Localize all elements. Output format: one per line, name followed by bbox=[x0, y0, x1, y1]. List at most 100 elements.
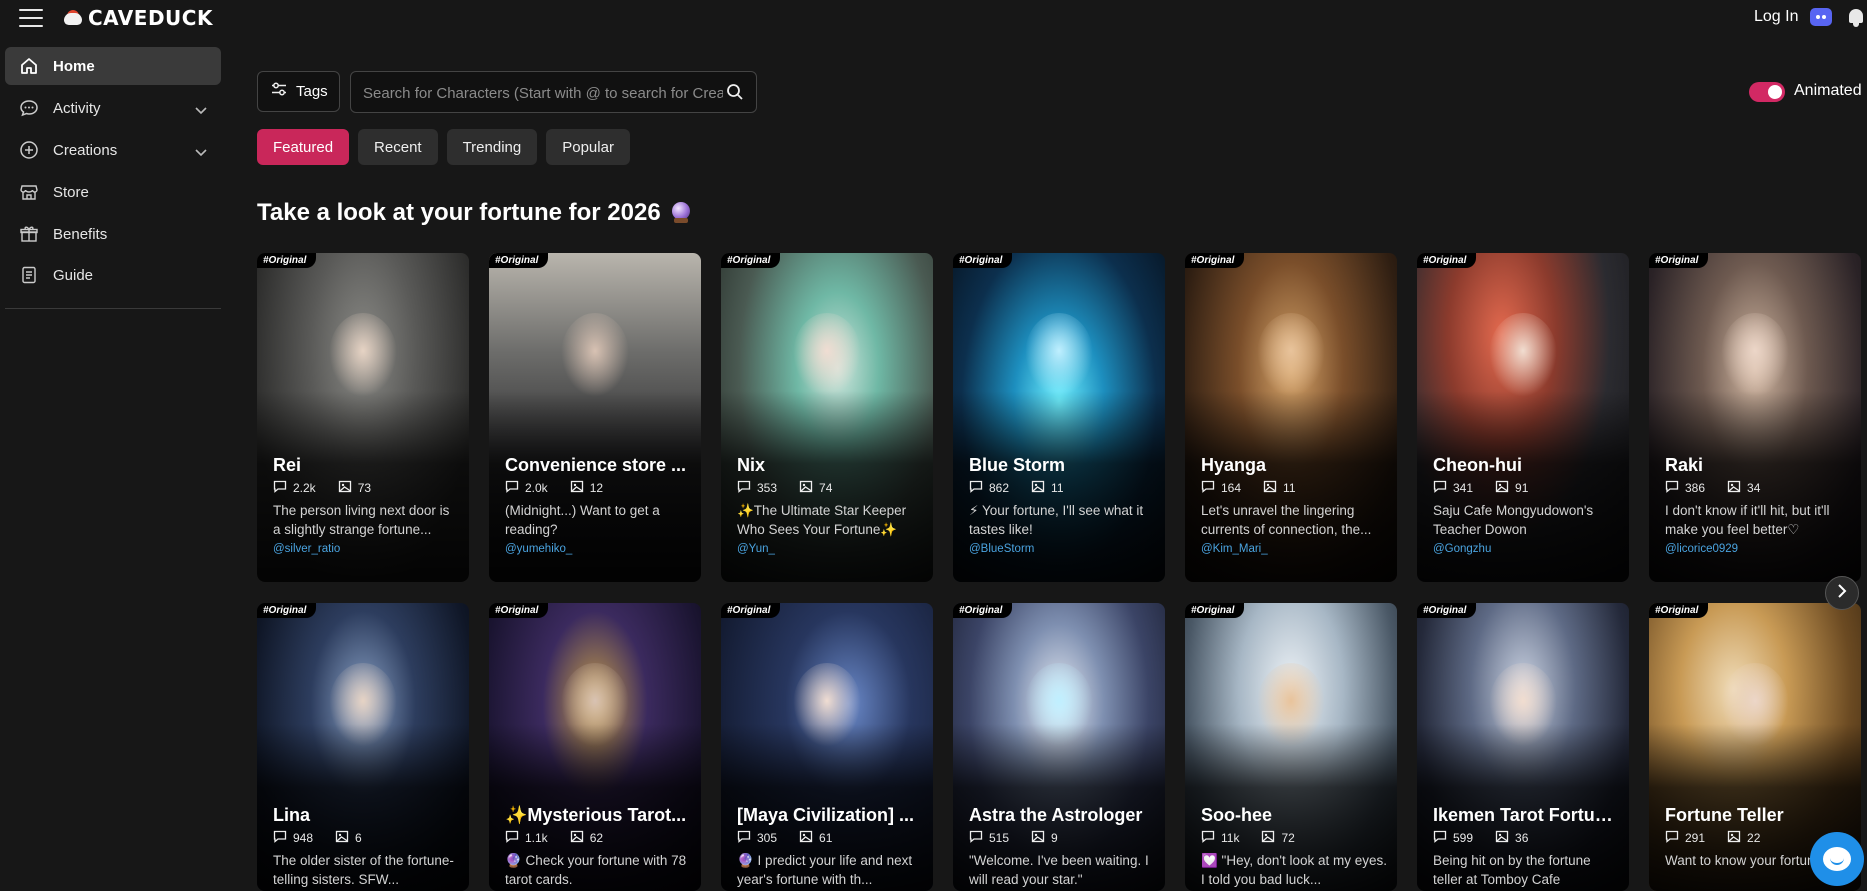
tags-label: Tags bbox=[296, 83, 328, 100]
card-stats: 164 11 bbox=[1201, 480, 1387, 496]
login-link[interactable]: Log In bbox=[1754, 8, 1798, 26]
carousel-next-button[interactable] bbox=[1825, 576, 1859, 610]
author-link[interactable]: @Kim_Mari_ bbox=[1201, 543, 1387, 555]
chevron-down-icon[interactable] bbox=[195, 102, 207, 120]
character-card[interactable]: #Original Cheon-hui 341 91 Saju Cafe Mongyud… bbox=[1417, 253, 1629, 582]
sidebar-item-label: Guide bbox=[53, 266, 94, 284]
original-tag: #Original bbox=[257, 603, 317, 618]
top-bar: CAVEDUCK Log In bbox=[0, 0, 1867, 38]
image-count: 72 bbox=[1281, 831, 1295, 845]
logo[interactable]: CAVEDUCK bbox=[64, 5, 213, 31]
chevron-down-icon[interactable] bbox=[195, 144, 207, 162]
character-card[interactable]: #Original Raki 386 34 I don't know if it'll … bbox=[1649, 253, 1861, 582]
character-description: ⚡ Your fortune, I'll see what it tastes … bbox=[969, 503, 1144, 537]
character-card[interactable]: #Original Ikemen Tarot Fortun... 599 36 Bein… bbox=[1417, 603, 1629, 891]
card-stats: 341 91 bbox=[1433, 480, 1619, 496]
chat-count: 948 bbox=[293, 831, 314, 845]
image-count: 61 bbox=[819, 831, 833, 845]
card-info: Lina 948 6 The older sister of the fortune-… bbox=[273, 805, 459, 889]
chat-count-icon bbox=[1665, 830, 1679, 846]
character-name: Ikemen Tarot Fortun... bbox=[1433, 805, 1619, 825]
character-card[interactable]: #Original Nix 353 74 ✨The Ultimate Star Keep… bbox=[721, 253, 933, 582]
character-card[interactable]: #Original Astra the Astrologer 515 9 "Welcom… bbox=[953, 603, 1165, 891]
chat-count: 386 bbox=[1685, 481, 1706, 495]
sidebar-item-store[interactable]: Store bbox=[5, 173, 221, 211]
character-description: 🔮 Check your fortune with 78 tarot cards… bbox=[505, 853, 687, 887]
author-link[interactable]: @Gongzhu bbox=[1433, 543, 1619, 555]
image-count-icon bbox=[1263, 480, 1277, 496]
image-count: 6 bbox=[355, 831, 362, 845]
image-count-icon bbox=[1261, 830, 1275, 846]
chat-count: 353 bbox=[757, 481, 778, 495]
sidebar-item-label: Creations bbox=[53, 141, 118, 159]
card-info: Soo-hee 11k 72 💟 "Hey, don't look at my eye… bbox=[1201, 805, 1387, 889]
character-description: 🔮 I predict your life and next year's fo… bbox=[737, 853, 913, 887]
author-link[interactable]: @Yun_ bbox=[737, 543, 923, 555]
tab-trending[interactable]: Trending bbox=[446, 129, 538, 165]
search-input[interactable] bbox=[363, 82, 723, 104]
character-face bbox=[1489, 313, 1557, 397]
character-card[interactable]: #Original ✨Mysterious Tarot... 1.1k 62 🔮 Che… bbox=[489, 603, 701, 891]
sidebar-divider bbox=[5, 308, 221, 309]
image-count-icon bbox=[1031, 480, 1045, 496]
character-card[interactable]: #Original Convenience store ... 2.0k 12 (Mid… bbox=[489, 253, 701, 582]
character-card[interactable]: #Original Rei 2.2k 73 The person living next… bbox=[257, 253, 469, 582]
sidebar-item-guide[interactable]: Guide bbox=[5, 256, 221, 294]
chat-count-icon bbox=[737, 830, 751, 846]
chat-support-button[interactable] bbox=[1810, 832, 1864, 886]
chat-count: 515 bbox=[989, 831, 1010, 845]
character-name: Blue Storm bbox=[969, 455, 1066, 475]
original-tag: #Original bbox=[953, 603, 1013, 618]
card-stats: 2.2k 73 bbox=[273, 480, 459, 496]
sidebar-item-creations[interactable]: Creations bbox=[5, 131, 221, 169]
original-tag: #Original bbox=[257, 253, 317, 268]
image-count: 62 bbox=[589, 831, 604, 845]
chat-count-icon bbox=[273, 480, 287, 496]
original-tag: #Original bbox=[489, 253, 549, 268]
character-description: I don't know if it'll hit, but it'll mak… bbox=[1665, 503, 1830, 537]
search-icon[interactable] bbox=[726, 83, 744, 106]
sidebar-item-activity[interactable]: Activity bbox=[5, 89, 221, 127]
tab-recent[interactable]: Recent bbox=[358, 129, 438, 165]
sidebar-item-label: Home bbox=[53, 57, 95, 75]
character-card[interactable]: #Original Hyanga 164 11 Let's unravel the li… bbox=[1185, 253, 1397, 582]
image-count: 11 bbox=[1283, 481, 1296, 495]
character-card[interactable]: #Original [Maya Civilization] ... 305 61 🔮 I… bbox=[721, 603, 933, 891]
author-link[interactable]: @silver_ratio bbox=[273, 543, 459, 555]
card-info: Hyanga 164 11 Let's unravel the lingering c… bbox=[1201, 455, 1387, 555]
character-card[interactable]: #Original Blue Storm 862 11 ⚡ Your fortune, … bbox=[953, 253, 1165, 582]
tab-popular[interactable]: Popular bbox=[546, 129, 630, 165]
chat-count-icon bbox=[273, 830, 287, 846]
animated-toggle[interactable] bbox=[1749, 82, 1785, 102]
author-link[interactable]: @BlueStorm bbox=[969, 543, 1155, 555]
card-info: Ikemen Tarot Fortun... 599 36 Being hit on … bbox=[1433, 805, 1619, 889]
original-tag: #Original bbox=[1417, 253, 1477, 268]
card-info: Rei 2.2k 73 The person living next door is … bbox=[273, 455, 459, 555]
tab-featured[interactable]: Featured bbox=[257, 129, 350, 165]
bell-icon[interactable] bbox=[1848, 8, 1864, 28]
chat-count: 164 bbox=[1221, 481, 1242, 495]
sidebar-item-benefits[interactable]: Benefits bbox=[5, 215, 221, 253]
discord-icon[interactable] bbox=[1810, 8, 1832, 26]
home-icon bbox=[18, 55, 40, 77]
image-count-icon bbox=[335, 830, 349, 846]
card-stats: 386 34 bbox=[1665, 480, 1851, 496]
original-tag: #Original bbox=[953, 253, 1013, 268]
chat-count: 2.0k bbox=[525, 481, 548, 495]
tags-button[interactable]: Tags bbox=[257, 71, 340, 112]
author-link[interactable]: @yumehiko_ bbox=[505, 543, 691, 555]
image-count: 73 bbox=[357, 481, 372, 495]
hamburger-menu-icon[interactable] bbox=[19, 9, 43, 29]
store-icon bbox=[18, 181, 40, 203]
author-link[interactable]: @licorice0929 bbox=[1665, 543, 1851, 555]
sliders-icon bbox=[271, 82, 287, 101]
card-stats: 862 11 bbox=[969, 480, 1155, 496]
sidebar-item-home[interactable]: Home bbox=[5, 47, 221, 85]
character-description: Let's unravel the lingering currents of … bbox=[1201, 503, 1372, 537]
character-name: Cheon-hui bbox=[1433, 455, 1522, 475]
plus-circle-icon bbox=[18, 139, 40, 161]
character-card[interactable]: #Original Lina 948 6 The older sister of the… bbox=[257, 603, 469, 891]
original-tag: #Original bbox=[721, 253, 781, 268]
chat-count: 291 bbox=[1685, 831, 1706, 845]
character-card[interactable]: #Original Soo-hee 11k 72 💟 "Hey, don't look … bbox=[1185, 603, 1397, 891]
